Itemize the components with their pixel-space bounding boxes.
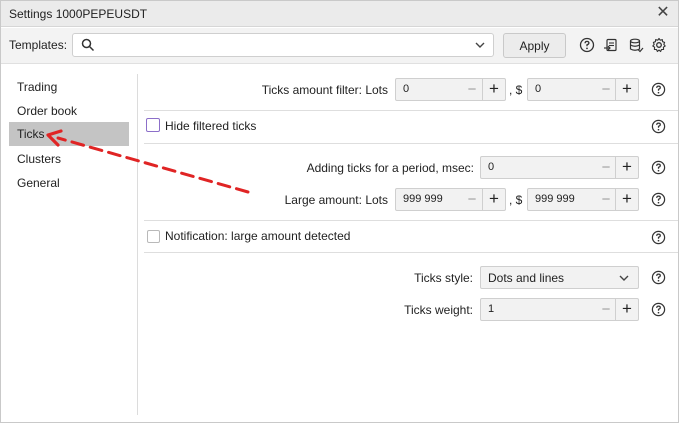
sidebar-item-order-book[interactable]: Order book <box>9 99 129 123</box>
ticks-filter-usd-stepper[interactable]: 0 − + <box>527 78 639 101</box>
sidebar: Trading Order book Ticks Clusters Genera… <box>1 65 137 415</box>
sidebar-item-label: Order book <box>17 104 78 118</box>
help-icon[interactable] <box>651 160 666 175</box>
stepper-value: 1 <box>488 303 495 315</box>
templates-row: Templates: Apply <box>1 28 678 64</box>
section-divider <box>144 110 678 111</box>
stepper-value: 0 <box>403 83 410 95</box>
currency-separator: , $ <box>509 83 523 97</box>
sidebar-item-general[interactable]: General <box>9 171 129 195</box>
minus-icon[interactable]: − <box>595 189 617 210</box>
help-icon[interactable] <box>651 119 666 134</box>
notification-checkbox[interactable] <box>147 230 160 243</box>
section-divider <box>144 220 678 221</box>
ticks-style-select[interactable]: Dots and lines <box>480 266 639 289</box>
chevron-down-icon <box>619 275 629 281</box>
help-icon[interactable] <box>651 230 666 245</box>
minus-icon[interactable]: − <box>461 79 483 100</box>
large-amount-usd-stepper[interactable]: 999 999 − + <box>527 188 639 211</box>
help-icon[interactable] <box>651 270 666 285</box>
hide-filtered-checkbox[interactable] <box>146 118 160 132</box>
plus-icon[interactable]: + <box>615 189 638 210</box>
large-amount-lots-stepper[interactable]: 999 999 − + <box>395 188 506 211</box>
plus-icon[interactable]: + <box>482 189 505 210</box>
apply-button[interactable]: Apply <box>503 33 566 58</box>
section-divider <box>144 252 678 253</box>
currency-separator: , $ <box>509 193 523 207</box>
hide-filtered-label: Hide filtered ticks <box>165 119 257 133</box>
plus-icon[interactable]: + <box>615 79 638 100</box>
help-icon[interactable] <box>651 82 666 97</box>
close-icon[interactable]: ✕ <box>654 4 672 22</box>
sidebar-item-label: Clusters <box>17 152 62 166</box>
minus-icon[interactable]: − <box>461 189 483 210</box>
templates-select[interactable] <box>72 33 494 57</box>
sidebar-item-label: Trading <box>17 80 58 94</box>
ticks-weight-stepper[interactable]: 1 − + <box>480 298 639 321</box>
plus-icon[interactable]: + <box>482 79 505 100</box>
templates-label: Templates: <box>9 38 68 52</box>
large-amount-label: Large amount: Lots <box>284 193 388 207</box>
gear-icon[interactable] <box>651 37 667 53</box>
export-icon[interactable] <box>603 37 619 53</box>
sidebar-item-trading[interactable]: Trading <box>9 75 129 99</box>
ticks-filter-lots-stepper[interactable]: 0 − + <box>395 78 506 101</box>
ticks-weight-label: Ticks weight: <box>404 303 473 317</box>
help-icon[interactable] <box>651 302 666 317</box>
title-bar: Settings 1000PEPEUSDT ✕ <box>1 1 678 27</box>
ticks-style-label: Ticks style: <box>414 271 473 285</box>
stepper-value: 0 <box>535 83 542 95</box>
help-icon[interactable] <box>579 37 595 53</box>
chevron-down-icon <box>475 42 485 48</box>
minus-icon[interactable]: − <box>595 299 617 320</box>
sidebar-item-ticks[interactable]: Ticks <box>9 122 129 146</box>
search-icon <box>81 38 95 52</box>
help-icon[interactable] <box>651 192 666 207</box>
notification-label: Notification: large amount detected <box>165 229 351 243</box>
stepper-value: 999 999 <box>403 193 443 205</box>
sidebar-divider <box>137 74 138 415</box>
plus-icon[interactable]: + <box>615 299 638 320</box>
stepper-value: 0 <box>488 161 495 173</box>
section-divider <box>144 143 678 144</box>
stepper-value: 999 999 <box>535 193 575 205</box>
adding-ticks-stepper[interactable]: 0 − + <box>480 156 639 179</box>
database-icon[interactable] <box>628 37 644 53</box>
ticks-filter-label: Ticks amount filter: Lots <box>261 83 388 97</box>
adding-ticks-label: Adding ticks for a period, msec: <box>306 161 474 175</box>
sidebar-item-label: Ticks <box>17 127 45 141</box>
sidebar-item-clusters[interactable]: Clusters <box>9 147 129 171</box>
select-value: Dots and lines <box>488 271 565 285</box>
plus-icon[interactable]: + <box>615 157 638 178</box>
minus-icon[interactable]: − <box>595 79 617 100</box>
minus-icon[interactable]: − <box>595 157 617 178</box>
settings-window: Settings 1000PEPEUSDT ✕ Templates: Apply <box>0 0 679 423</box>
sidebar-item-label: General <box>17 176 60 190</box>
window-title: Settings 1000PEPEUSDT <box>9 7 148 21</box>
